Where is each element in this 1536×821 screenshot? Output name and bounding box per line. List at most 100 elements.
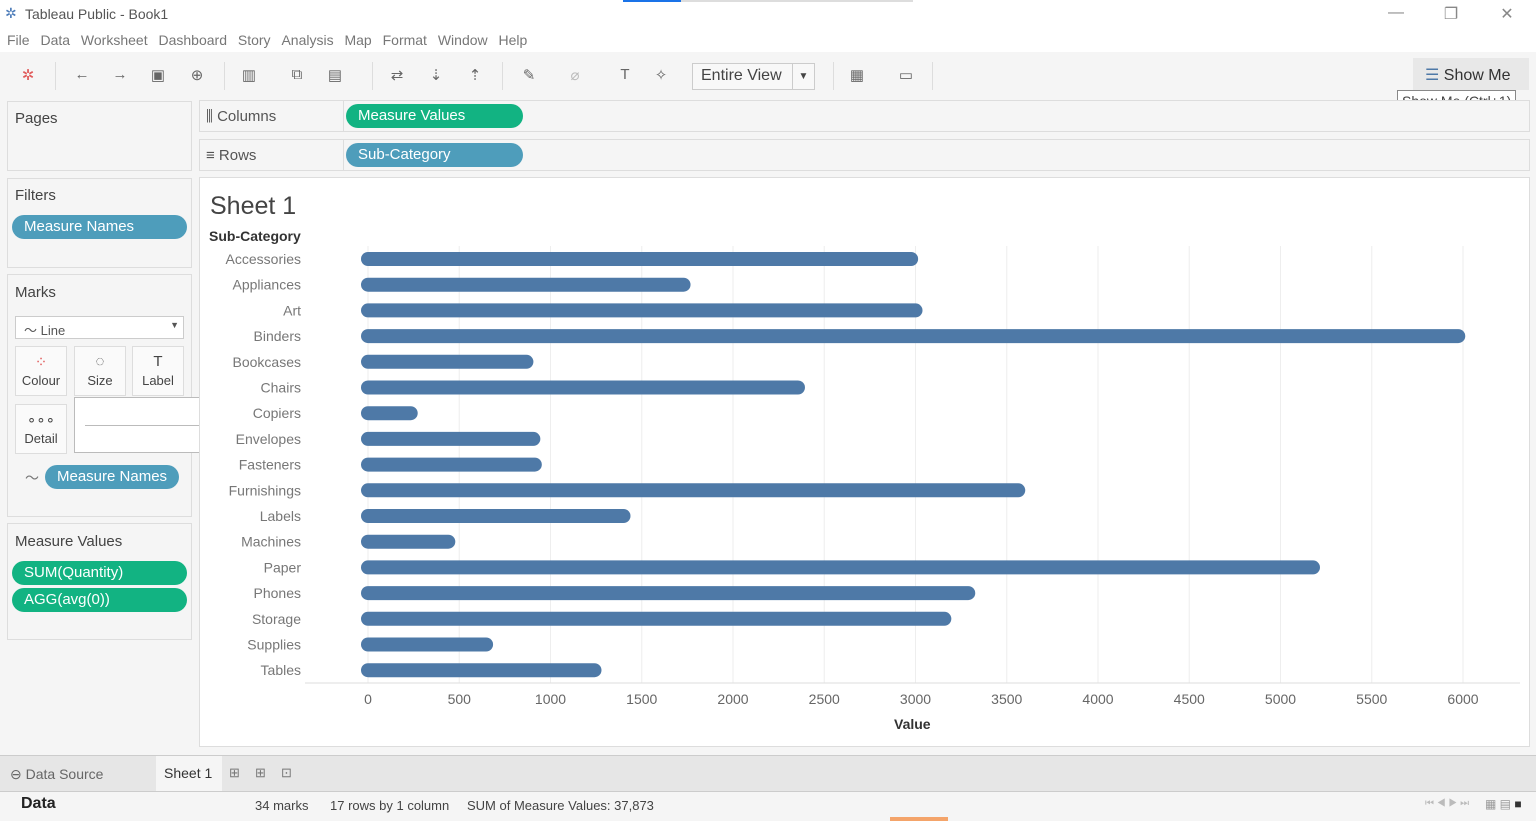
- category-label: Art: [283, 302, 301, 318]
- fit-dropdown[interactable]: Entire View ▼: [692, 63, 815, 90]
- new-dashboard-tab-icon[interactable]: ⊞: [255, 765, 266, 781]
- tableau-logo-icon: ✲: [5, 5, 17, 21]
- window-title: Tableau Public - Book1: [25, 6, 169, 22]
- new-worksheet-tab-icon[interactable]: ⊞: [229, 765, 240, 781]
- scroll-indicator: [890, 817, 948, 821]
- filters-title: Filters: [15, 187, 56, 204]
- label-button[interactable]: T Label: [132, 346, 184, 396]
- tableau-home-icon[interactable]: ✲: [17, 66, 39, 84]
- mark-type-dropdown[interactable]: 〜 Line ▼: [15, 316, 184, 339]
- x-tick-label: 1500: [626, 691, 657, 707]
- line-icon: 〜: [24, 323, 41, 338]
- clear-sheet-icon[interactable]: ▤: [324, 66, 346, 84]
- new-datasource-icon[interactable]: ⊕: [186, 66, 208, 84]
- menu-dashboard[interactable]: Dashboard: [158, 28, 227, 52]
- duplicate-sheet-icon[interactable]: ⧉: [286, 66, 308, 83]
- minimize-button[interactable]: —: [1381, 4, 1411, 22]
- show-me-button[interactable]: ☰ Show Me: [1413, 58, 1529, 90]
- filter-pill[interactable]: Measure Names: [12, 215, 187, 239]
- category-label: Furnishings: [229, 482, 301, 498]
- menu-help[interactable]: Help: [499, 28, 528, 52]
- menu-map[interactable]: Map: [344, 28, 371, 52]
- colour-label: Colour: [21, 373, 61, 388]
- columns-shelf[interactable]: ⫼ Columns Measure Values: [199, 100, 1530, 132]
- mark-type-value: Line: [40, 323, 66, 338]
- menu-analysis[interactable]: Analysis: [281, 28, 333, 52]
- label-label: Label: [142, 373, 174, 388]
- menu-story[interactable]: Story: [238, 28, 271, 52]
- measure-values-card: Measure Values SUM(Quantity) AGG(avg(0)): [7, 523, 192, 640]
- x-tick-label: 5000: [1265, 691, 1296, 707]
- measure-values-title: Measure Values: [15, 533, 123, 550]
- worksheet-view: Sheet 1 Sub-Category 0 500 1000 1500 2000 250…: [199, 177, 1530, 747]
- pages-card: Pages: [7, 101, 192, 171]
- measure-pill-avg[interactable]: AGG(avg(0)): [12, 588, 187, 612]
- chevron-down-icon: ▼: [170, 320, 179, 330]
- category-label: Chairs: [261, 380, 301, 396]
- detail-icon: ∘∘∘: [26, 412, 56, 429]
- highlight-icon[interactable]: ✎: [518, 66, 540, 84]
- x-tick-label: 4000: [1082, 691, 1113, 707]
- marks-count: 34 marks: [255, 798, 309, 813]
- detail-button[interactable]: ∘∘∘ Detail: [15, 404, 67, 454]
- colour-button[interactable]: ⁘ Colour: [15, 346, 67, 396]
- undo-icon[interactable]: ←: [71, 66, 93, 83]
- category-label: Bookcases: [233, 354, 301, 370]
- x-tick-label: 5500: [1356, 691, 1387, 707]
- new-worksheet-icon[interactable]: ▥: [238, 66, 260, 84]
- menu-window[interactable]: Window: [438, 28, 488, 52]
- size-button[interactable]: ◌ Size: [74, 346, 126, 396]
- menu-data[interactable]: Data: [40, 28, 70, 52]
- data-label: Data: [21, 795, 56, 812]
- view-mode-icons[interactable]: ▦ ▤ ■: [1485, 797, 1522, 811]
- columns-icon: ⫼: [206, 108, 218, 125]
- marks-pill[interactable]: Measure Names: [45, 465, 180, 489]
- show-me-icon: ☰: [1425, 67, 1444, 84]
- menu-file[interactable]: File: [7, 28, 30, 52]
- category-label: Accessories: [226, 251, 301, 267]
- x-tick-label: 3500: [991, 691, 1022, 707]
- size-icon: ◌: [95, 353, 105, 370]
- sort-ascending-icon[interactable]: ⇣: [425, 66, 447, 84]
- sort-descending-icon[interactable]: ⇡: [464, 66, 486, 84]
- category-label: Machines: [241, 534, 301, 550]
- columns-pill[interactable]: Measure Values: [346, 104, 523, 128]
- pages-title: Pages: [15, 110, 58, 127]
- cards-icon[interactable]: ▦: [846, 66, 868, 84]
- rows-shelf[interactable]: ≡ Rows Sub-Category: [199, 139, 1530, 171]
- data-source-label: Data Source: [25, 766, 104, 782]
- close-button[interactable]: ✕: [1492, 4, 1522, 24]
- rows-columns-count: 17 rows by 1 column: [330, 798, 450, 813]
- sheet-tab[interactable]: Sheet 1: [156, 756, 222, 791]
- category-label: Fasteners: [239, 457, 301, 473]
- data-source-tab[interactable]: ⊖ Data Source: [10, 766, 103, 783]
- group-icon[interactable]: ⌀: [564, 66, 586, 84]
- status-bar: Data 34 marks 17 rows by 1 column SUM of…: [0, 791, 1536, 821]
- show-labels-icon[interactable]: T: [614, 66, 636, 83]
- category-label: Phones: [254, 585, 301, 601]
- chevron-down-icon[interactable]: ▼: [792, 64, 814, 89]
- new-story-tab-icon[interactable]: ⊡: [281, 765, 292, 781]
- bar-chart: 0 500 1000 1500 2000 2500 3000 3500 4000 4500 5000…: [226, 246, 1520, 707]
- restore-button[interactable]: ❐: [1436, 4, 1466, 24]
- columns-label: Columns: [217, 108, 277, 125]
- fit-value: Entire View: [701, 67, 782, 84]
- pin-icon[interactable]: ✧: [650, 66, 672, 84]
- title-bar: ✲ Tableau Public - Book1 — ❐ ✕: [0, 0, 1536, 28]
- x-tick-label: 500: [448, 691, 472, 707]
- menu-format[interactable]: Format: [383, 28, 427, 52]
- x-tick-label: 6000: [1447, 691, 1478, 707]
- swap-icon[interactable]: ⇄: [386, 66, 408, 84]
- save-icon[interactable]: ▣: [147, 66, 169, 84]
- measure-pill-quantity[interactable]: SUM(Quantity): [12, 561, 187, 585]
- menu-bar: File Data Worksheet Dashboard Story Anal…: [0, 28, 1536, 52]
- presentation-icon[interactable]: ▭: [895, 66, 917, 84]
- rows-pill[interactable]: Sub-Category: [346, 143, 523, 167]
- menu-worksheet[interactable]: Worksheet: [81, 28, 148, 52]
- marks-title: Marks: [15, 284, 56, 301]
- category-label: Binders: [254, 328, 301, 344]
- x-tick-label: 1000: [535, 691, 566, 707]
- redo-icon[interactable]: →: [109, 66, 131, 83]
- x-tick-label: 2500: [809, 691, 840, 707]
- sheet-nav-icons[interactable]: ⏮ ◀ ▶ ⏭: [1425, 798, 1469, 809]
